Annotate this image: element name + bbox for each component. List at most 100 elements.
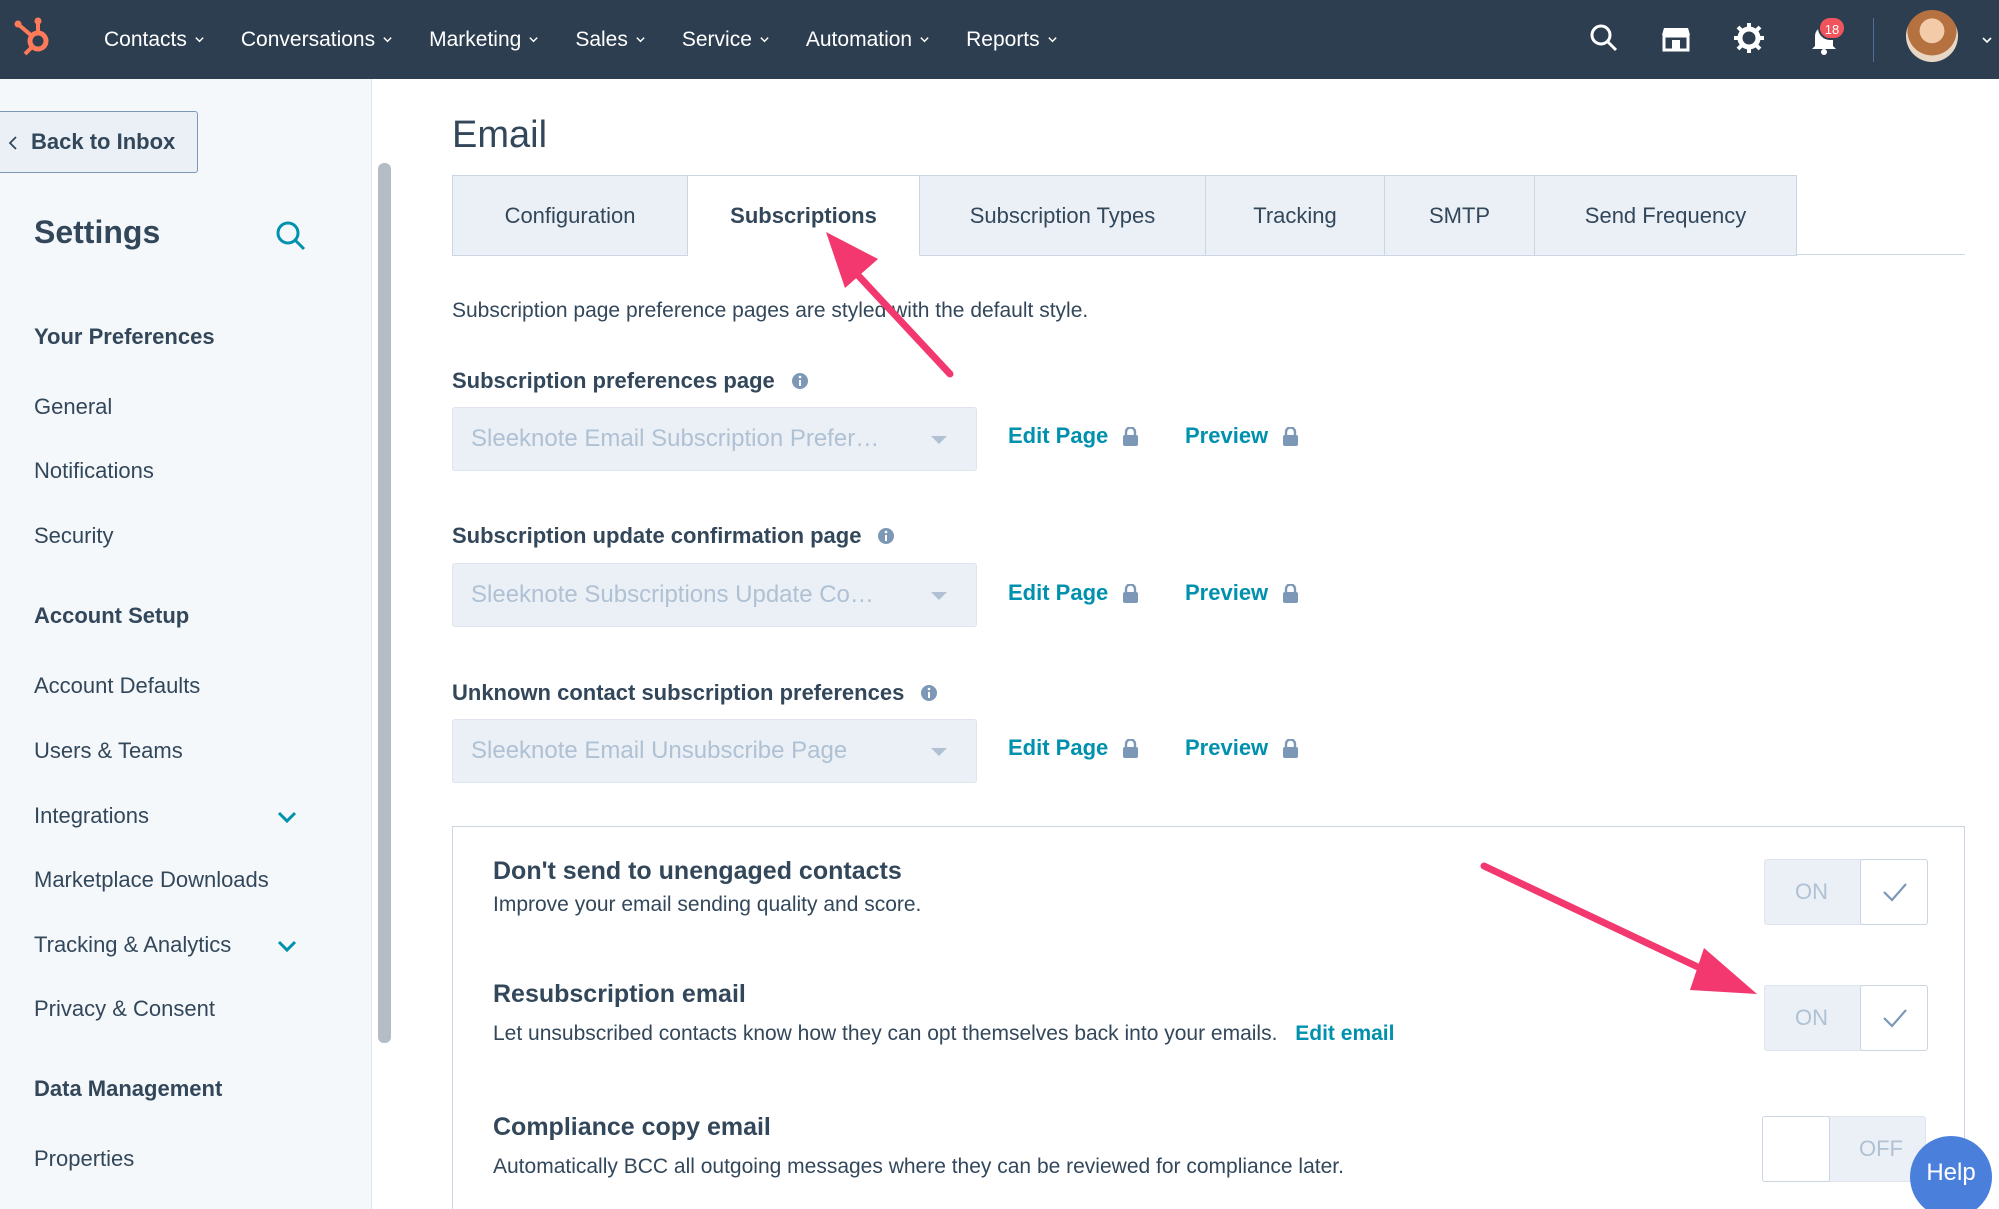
- nav-contacts[interactable]: Contacts: [104, 28, 205, 52]
- search-icon[interactable]: [1586, 20, 1622, 56]
- intro-text: Subscription page preference pages are s…: [452, 299, 1089, 322]
- chevron-left-icon: [8, 136, 17, 150]
- chevron-down-icon[interactable]: [1981, 34, 1993, 46]
- compliance-copy-toggle[interactable]: OFF: [1762, 1116, 1926, 1182]
- setting-title: Don't send to unengaged contacts: [493, 857, 902, 885]
- nav-automation-label: Automation: [805, 27, 913, 51]
- section-your-preferences: Your Preferences: [34, 324, 215, 349]
- chevron-down-icon: [1047, 37, 1057, 43]
- tab-configuration[interactable]: Configuration: [452, 175, 688, 256]
- sidebar-item-marketplace-downloads[interactable]: Marketplace Downloads: [34, 867, 269, 893]
- back-to-inbox-button[interactable]: Back to Inbox: [0, 111, 198, 173]
- nav-marketing-label: Marketing: [429, 27, 522, 51]
- nav-reports[interactable]: Reports: [966, 28, 1058, 52]
- resubscription-toggle[interactable]: ON: [1764, 985, 1928, 1051]
- sidebar-item-notifications[interactable]: Notifications: [34, 458, 154, 484]
- subscription-preferences-select[interactable]: Sleeknote Email Subscription Prefer…: [452, 407, 977, 471]
- setting-description: Improve your email sending quality and s…: [493, 893, 922, 916]
- tab-tracking[interactable]: Tracking: [1206, 175, 1385, 256]
- sidebar-scrollbar[interactable]: [378, 163, 391, 1043]
- marketplace-icon[interactable]: [1658, 20, 1694, 56]
- tab-subscriptions[interactable]: Subscriptions: [688, 175, 920, 256]
- preview-label: Preview: [1185, 735, 1269, 760]
- search-icon[interactable]: [274, 219, 308, 253]
- edit-page-link[interactable]: Edit Page: [1008, 735, 1139, 761]
- caret-down-icon: [931, 748, 947, 756]
- toggle-knob: [1860, 985, 1928, 1051]
- chevron-down-icon[interactable]: [276, 810, 298, 824]
- caret-down-icon: [931, 436, 947, 444]
- toggle-state: OFF: [1859, 1136, 1903, 1161]
- nav-sales[interactable]: Sales: [575, 28, 646, 52]
- settings-sidebar: Back to Inbox Settings Your Preferences …: [0, 79, 391, 1209]
- info-icon[interactable]: [791, 372, 809, 390]
- field-label-text: Subscription update confirmation page: [452, 523, 862, 548]
- help-button[interactable]: Help: [1910, 1136, 1992, 1209]
- nav-marketing[interactable]: Marketing: [429, 28, 539, 52]
- unknown-contact-select[interactable]: Sleeknote Email Unsubscribe Page: [452, 719, 977, 783]
- chevron-down-icon: [920, 37, 929, 43]
- info-icon[interactable]: [877, 527, 895, 545]
- preview-link[interactable]: Preview: [1185, 580, 1299, 606]
- tab-smtp[interactable]: SMTP: [1385, 175, 1535, 256]
- sidebar-item-properties[interactable]: Properties: [34, 1146, 134, 1172]
- lock-icon: [1283, 738, 1299, 758]
- hubspot-logo-icon[interactable]: [12, 14, 56, 58]
- update-confirmation-select[interactable]: Sleeknote Subscriptions Update Co…: [452, 563, 977, 627]
- nav-service[interactable]: Service: [682, 28, 770, 52]
- sidebar-item-account-defaults[interactable]: Account Defaults: [34, 673, 200, 699]
- back-to-inbox-label: Back to Inbox: [31, 129, 176, 154]
- setting-description: Let unsubscribed contacts know how they …: [493, 1022, 1394, 1046]
- field-label: Subscription update confirmation page: [452, 523, 895, 549]
- field-label-text: Subscription preferences page: [452, 368, 775, 393]
- nav-conversations-label: Conversations: [240, 27, 376, 51]
- select-value: Sleeknote Subscriptions Update Co…: [471, 581, 874, 608]
- avatar[interactable]: [1906, 10, 1958, 62]
- setting-unengaged-contacts: Don't send to unengaged contacts Improve…: [452, 826, 1965, 953]
- top-navigation: Contacts Conversations Marketing Sales S…: [0, 0, 1999, 79]
- notification-badge: 18: [1818, 16, 1846, 40]
- settings-title: Settings: [34, 214, 161, 250]
- sidebar-item-tracking-analytics[interactable]: Tracking & Analytics: [34, 932, 231, 958]
- edit-page-label: Edit Page: [1008, 580, 1109, 605]
- page-title: Email: [452, 114, 548, 156]
- tab-send-frequency[interactable]: Send Frequency: [1535, 175, 1797, 256]
- edit-email-link[interactable]: Edit email: [1295, 1022, 1394, 1045]
- nav-conversations[interactable]: Conversations: [241, 28, 393, 52]
- toggle-state: ON: [1795, 1005, 1828, 1030]
- chevron-down-icon: [529, 37, 538, 43]
- gear-icon[interactable]: [1731, 20, 1767, 56]
- sidebar-item-security[interactable]: Security: [34, 523, 113, 549]
- main-menu: Contacts Conversations Marketing Sales S…: [104, 0, 1094, 79]
- info-icon[interactable]: [920, 684, 938, 702]
- preview-label: Preview: [1185, 580, 1269, 605]
- lock-icon: [1123, 738, 1139, 758]
- caret-down-icon: [931, 592, 947, 600]
- field-label: Subscription preferences page: [452, 368, 809, 394]
- chevron-down-icon: [195, 37, 204, 43]
- preview-link[interactable]: Preview: [1185, 735, 1299, 761]
- sidebar-item-privacy-consent[interactable]: Privacy & Consent: [34, 996, 215, 1022]
- lock-icon: [1123, 426, 1139, 446]
- edit-page-link[interactable]: Edit Page: [1008, 423, 1139, 449]
- unengaged-contacts-toggle[interactable]: ON: [1764, 859, 1928, 925]
- sidebar-item-general[interactable]: General: [34, 394, 112, 420]
- nav-sales-label: Sales: [575, 27, 628, 51]
- edit-page-link[interactable]: Edit Page: [1008, 580, 1139, 606]
- preview-link[interactable]: Preview: [1185, 423, 1299, 449]
- section-account-setup: Account Setup: [34, 603, 190, 628]
- toggle-state: ON: [1795, 879, 1828, 904]
- checkmark-icon: [1883, 883, 1907, 902]
- email-tabs: Configuration Subscriptions Subscription…: [452, 175, 1797, 256]
- nav-automation[interactable]: Automation: [806, 28, 930, 52]
- checkmark-icon: [1883, 1009, 1907, 1028]
- sidebar-item-integrations[interactable]: Integrations: [34, 803, 149, 829]
- setting-title: Compliance copy email: [493, 1113, 771, 1141]
- lock-icon: [1123, 583, 1139, 603]
- setting-description: Automatically BCC all outgoing messages …: [493, 1155, 1344, 1178]
- tab-subscription-types[interactable]: Subscription Types: [920, 175, 1206, 256]
- select-value: Sleeknote Email Unsubscribe Page: [471, 737, 848, 764]
- sidebar-item-users-teams[interactable]: Users & Teams: [34, 738, 183, 764]
- chevron-down-icon[interactable]: [276, 939, 298, 953]
- nav-contacts-label: Contacts: [104, 27, 187, 51]
